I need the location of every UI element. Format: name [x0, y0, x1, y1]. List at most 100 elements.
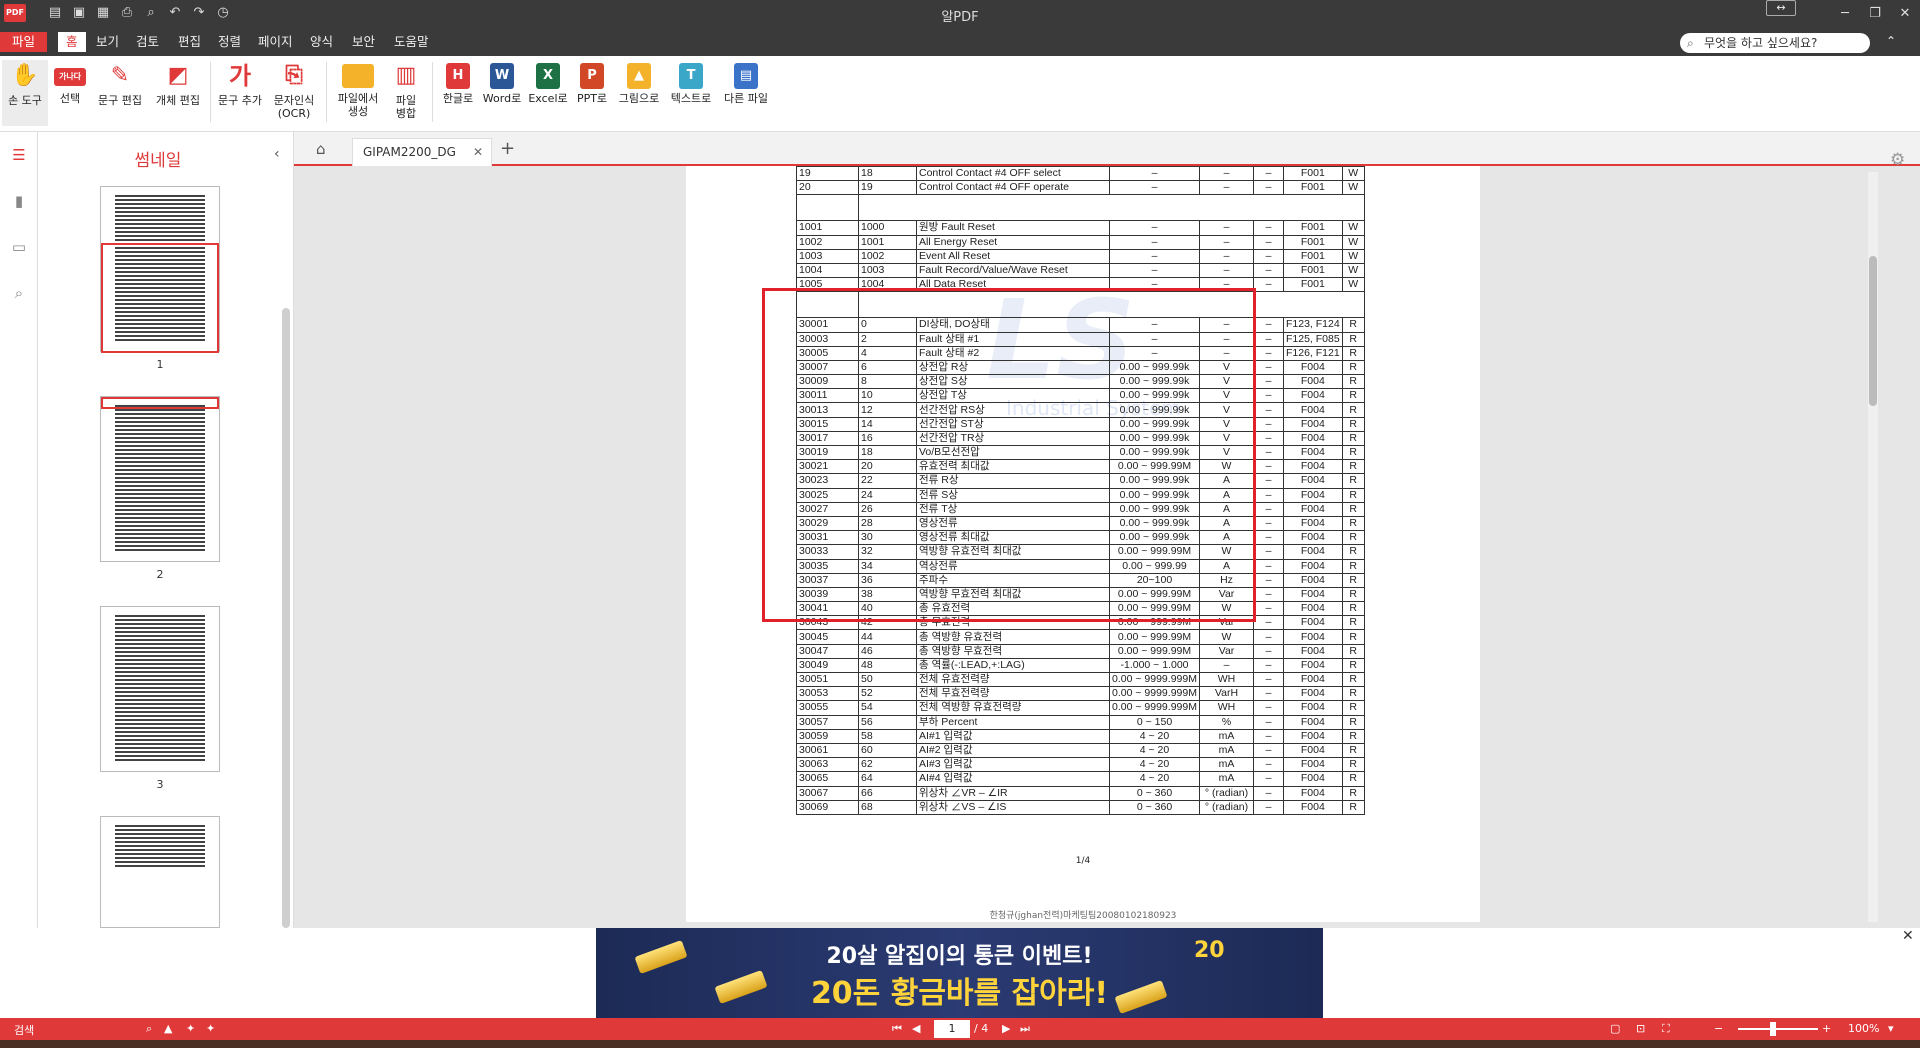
- table-cell: 50: [858, 671, 917, 688]
- fit-width-icon[interactable]: ⛶: [1662, 1022, 1670, 1036]
- menu-home[interactable]: 홈: [58, 32, 86, 52]
- hand-tool-button[interactable]: ✋ 손 도구: [2, 60, 48, 126]
- menu-help[interactable]: 도움말: [394, 32, 429, 52]
- table-cell: F001: [1283, 262, 1343, 279]
- table-cell: 62: [858, 757, 917, 773]
- scrollbar-thumb[interactable]: [1869, 256, 1877, 406]
- pdf-page: LS Industrial System 19 18 Control Contact…: [686, 166, 1480, 922]
- thumbnail-scrollbar[interactable]: [282, 308, 290, 928]
- create-from-file-button[interactable]: 파일에서 생성: [332, 60, 384, 126]
- minimize-button[interactable]: ─: [1830, 0, 1860, 28]
- document-tab-bar: ⌂ GIPAM2200_DG ✕ +: [294, 132, 1920, 166]
- home-icon[interactable]: ⌂: [316, 140, 326, 158]
- comment-icon[interactable]: ▭: [0, 224, 38, 270]
- single-page-view-icon[interactable]: ▢: [1610, 1022, 1620, 1035]
- table-cell: WH: [1199, 671, 1254, 688]
- zoom-dropdown-icon[interactable]: ▾: [1888, 1022, 1894, 1035]
- thumbnail-page-1[interactable]: [100, 186, 220, 353]
- menu-file[interactable]: 파일: [0, 32, 48, 52]
- table-cell: F001: [1283, 234, 1343, 250]
- next-page-icon[interactable]: ▶: [1002, 1022, 1010, 1035]
- close-ad-icon[interactable]: ✕: [1902, 928, 1914, 944]
- last-page-icon[interactable]: ⏭: [1020, 1022, 1030, 1036]
- vertical-scrollbar[interactable]: [1868, 172, 1878, 922]
- table-cell: 60: [858, 742, 917, 759]
- window-title: 알PDF: [941, 10, 979, 25]
- zoom-level[interactable]: 100%: [1848, 1022, 1879, 1035]
- thumbnail-panel-icon[interactable]: ☰: [0, 132, 38, 178]
- to-text-button[interactable]: T 텍스트로: [666, 60, 716, 126]
- command-search-input[interactable]: ⌕ 무엇을 하고 싶으세요?: [1680, 33, 1870, 53]
- collapse-ribbon-icon[interactable]: ⌃: [1886, 34, 1896, 48]
- other-files-button[interactable]: ▤ 다른 파일: [718, 60, 774, 126]
- table-cell: F004: [1283, 430, 1343, 447]
- find-icon[interactable]: ⌕: [146, 1022, 152, 1036]
- select-button[interactable]: 가나다 선택: [48, 60, 92, 126]
- zoom-in-icon[interactable]: +: [1822, 1022, 1831, 1035]
- bookmark-icon[interactable]: ▮: [0, 178, 38, 224]
- search-panel-icon[interactable]: ⌕: [0, 270, 38, 316]
- table-cell: F001: [1283, 180, 1343, 196]
- to-word-button[interactable]: W Word로: [480, 60, 524, 126]
- table-cell: F004: [1283, 501, 1343, 517]
- object-edit-label: 개체 편집: [156, 94, 200, 107]
- table-cell: R: [1341, 530, 1365, 546]
- previous-page-icon[interactable]: ◀: [912, 1022, 920, 1035]
- find-previous-icon[interactable]: ▲: [164, 1022, 172, 1035]
- close-button[interactable]: ✕: [1890, 0, 1920, 28]
- zoom-slider[interactable]: [1738, 1022, 1818, 1036]
- thumbnail-panel: 썸네일 ‹ 1 2 3: [38, 132, 294, 928]
- object-edit-button[interactable]: ◩ 개체 편집: [150, 60, 206, 126]
- table-cell: F004: [1283, 757, 1343, 773]
- table-cell: W: [1199, 629, 1254, 645]
- table-cell: -1.000 ~ 1.000: [1109, 657, 1200, 674]
- add-text-button[interactable]: 가 문구 추가: [214, 60, 266, 126]
- menu-page[interactable]: 페이지: [258, 32, 293, 52]
- table-row: 30063 62 AI#3 입력값 4 ~ 20 mA – F004 R: [796, 757, 1365, 773]
- thumbnail-page-3[interactable]: [100, 606, 220, 772]
- document-tab[interactable]: GIPAM2200_DG ✕: [352, 138, 492, 166]
- to-ppt-button[interactable]: P PPT로: [570, 60, 614, 126]
- to-excel-button[interactable]: X Excel로: [526, 60, 570, 126]
- thumbnail-page-4[interactable]: [100, 816, 220, 928]
- first-page-icon[interactable]: ⏮: [892, 1022, 902, 1036]
- merge-files-button[interactable]: ▥ 파일 병합: [384, 60, 428, 126]
- page-preview: [115, 615, 205, 763]
- table-row: 30057 56 부하 Percent 0 ~ 150% – F004 R: [796, 714, 1365, 730]
- thumbnail-page-2[interactable]: [100, 396, 220, 562]
- search-placeholder: 무엇을 하고 싶으세요?: [1704, 36, 1818, 50]
- menu-edit[interactable]: 편집: [178, 32, 201, 52]
- fit-width-button[interactable]: ↔: [1766, 0, 1796, 16]
- page-preview: [115, 825, 205, 869]
- menu-review[interactable]: 검토: [136, 32, 159, 52]
- tab-title: GIPAM2200_DG: [363, 145, 456, 159]
- fit-page-icon[interactable]: ⊡: [1636, 1022, 1645, 1035]
- table-cell: R: [1341, 359, 1365, 376]
- close-tab-icon[interactable]: ✕: [473, 139, 483, 165]
- table-cell: 1001: [858, 234, 917, 250]
- to-excel-label: Excel로: [528, 92, 568, 105]
- zoom-slider-thumb[interactable]: [1770, 1022, 1776, 1036]
- to-image-button[interactable]: ▲ 그림으로: [614, 60, 664, 126]
- menu-organize[interactable]: 정렬: [218, 32, 241, 52]
- table-cell: –: [1253, 615, 1284, 631]
- text-edit-button[interactable]: ✎ 문구 편집: [92, 60, 148, 126]
- menu-view[interactable]: 보기: [96, 32, 119, 52]
- new-tab-icon[interactable]: +: [500, 138, 515, 159]
- menu-form[interactable]: 양식: [310, 32, 333, 52]
- zoom-out-icon[interactable]: −: [1714, 1022, 1723, 1035]
- collapse-panel-icon[interactable]: ‹: [274, 146, 280, 162]
- ocr-button[interactable]: ⎘ 문자인식 (OCR): [268, 60, 320, 126]
- table-cell: 4 ~ 20: [1109, 771, 1200, 787]
- page-number-input[interactable]: 1: [934, 1020, 970, 1038]
- ad-banner[interactable]: 20살 알집이의 통큰 이벤트! 20돈 황금바를 잡아라! 20: [596, 928, 1323, 1018]
- document-viewer[interactable]: LS Industrial System 19 18 Control Contact…: [294, 166, 1920, 928]
- to-hwp-button[interactable]: H 한글로: [436, 60, 480, 126]
- table-row: 30051 50 전체 유효전력량 0.00 ~ 9999.999M WH – F004 R: [796, 671, 1365, 688]
- find-next-icon[interactable]: ✦: [186, 1022, 195, 1035]
- restore-button[interactable]: ❐: [1860, 0, 1890, 28]
- table-cell: 64: [858, 771, 917, 787]
- table-row: 30047 46 총 역방향 무효전력 0.00 ~ 999.99M Var – F004 R: [796, 643, 1365, 659]
- find-options-icon[interactable]: ✦: [206, 1022, 215, 1035]
- menu-security[interactable]: 보안: [352, 32, 375, 52]
